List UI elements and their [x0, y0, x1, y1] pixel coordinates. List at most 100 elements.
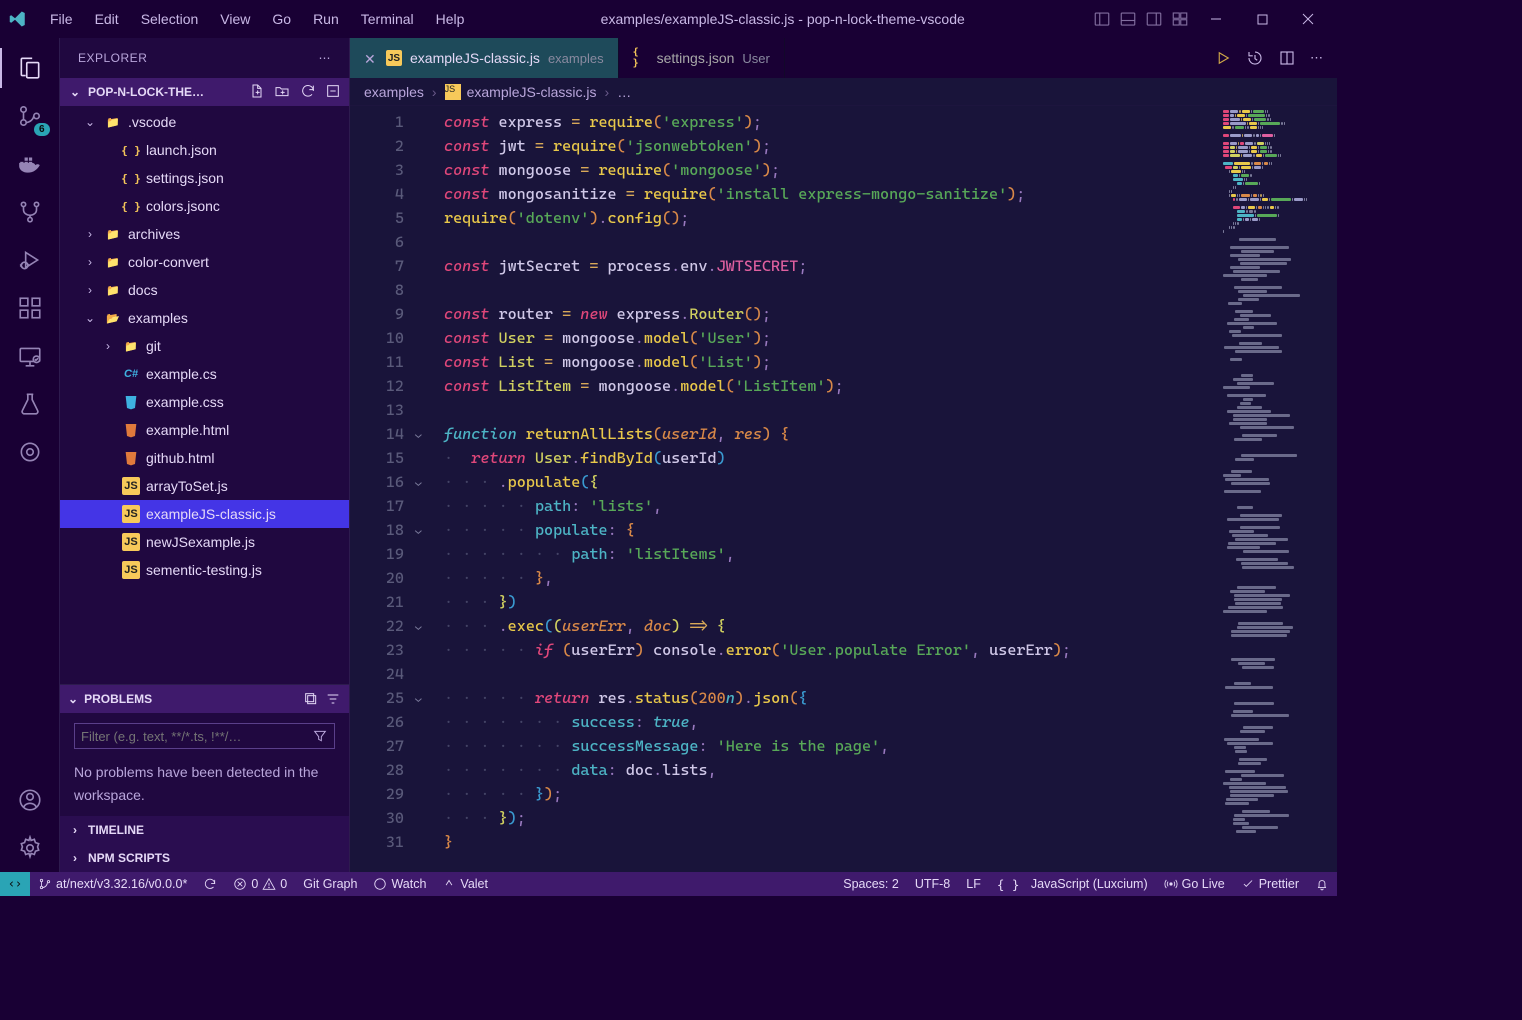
layout-grid-icon[interactable]: [1171, 10, 1189, 28]
tree-item[interactable]: example.css: [60, 388, 349, 416]
explorer-section-header[interactable]: ⌄ POP-N-LOCK-THE…: [60, 78, 349, 106]
code-content[interactable]: const express = require('express');const…: [416, 106, 1217, 872]
activity-source-control[interactable]: 6: [6, 92, 54, 140]
activity-branches[interactable]: [6, 188, 54, 236]
tree-item-label: git: [146, 338, 161, 354]
tree-item-label: color-convert: [128, 254, 209, 270]
status-encoding[interactable]: UTF-8: [907, 872, 958, 896]
activity-extensions[interactable]: [6, 284, 54, 332]
menu-terminal[interactable]: Terminal: [351, 5, 424, 33]
tree-item[interactable]: JSnewJSexample.js: [60, 528, 349, 556]
status-eol[interactable]: LF: [958, 872, 989, 896]
status-problems[interactable]: 0 0: [225, 872, 295, 896]
editor-area: ✕JSexampleJS-classic.jsexamples{ }settin…: [350, 38, 1337, 872]
tree-item[interactable]: ⌄📁.vscode: [60, 108, 349, 136]
line-gutter: 1234567891011121314⌄1516⌄1718⌄19202122⌄2…: [350, 106, 416, 872]
status-prettier[interactable]: Prettier: [1233, 872, 1307, 896]
run-icon[interactable]: [1214, 49, 1232, 67]
split-editor-icon[interactable]: [1278, 49, 1296, 67]
npm-scripts-header[interactable]: › NPM SCRIPTS: [60, 844, 349, 872]
status-valet[interactable]: Valet: [434, 872, 496, 896]
filter-icon[interactable]: [325, 691, 341, 707]
tree-item[interactable]: ⌄📂examples: [60, 304, 349, 332]
funnel-icon[interactable]: [312, 728, 328, 744]
tree-item[interactable]: ›📁archives: [60, 220, 349, 248]
status-gitgraph[interactable]: Git Graph: [295, 872, 365, 896]
layout-left-icon[interactable]: [1093, 10, 1111, 28]
tree-item[interactable]: { }colors.jsonc: [60, 192, 349, 220]
status-branch[interactable]: at/next/v3.32.16/v0.0.0*: [30, 872, 195, 896]
problems-filter-input[interactable]: [81, 729, 312, 744]
activity-lens[interactable]: [6, 428, 54, 476]
menu-go[interactable]: Go: [262, 5, 301, 33]
editor-body[interactable]: 1234567891011121314⌄1516⌄1718⌄19202122⌄2…: [350, 106, 1337, 872]
problems-header[interactable]: ⌄ PROBLEMS: [60, 685, 349, 713]
minimap[interactable]: [1217, 106, 1337, 872]
minimize-button[interactable]: [1195, 4, 1237, 34]
tree-item[interactable]: ›📁docs: [60, 276, 349, 304]
remote-indicator[interactable]: [0, 872, 30, 896]
activity-account[interactable]: [6, 776, 54, 824]
menu-view[interactable]: View: [210, 5, 260, 33]
layout-right-icon[interactable]: [1145, 10, 1163, 28]
tree-item-label: colors.jsonc: [146, 198, 220, 214]
menu-file[interactable]: File: [40, 5, 83, 33]
menu-run[interactable]: Run: [303, 5, 349, 33]
sidebar-more-icon[interactable]: ⋯: [319, 51, 332, 65]
activity-testing[interactable]: [6, 380, 54, 428]
tree-item[interactable]: github.html: [60, 444, 349, 472]
chevron-right-icon: ›: [68, 823, 82, 837]
tree-item-label: exampleJS-classic.js: [146, 506, 276, 522]
activity-docker[interactable]: [6, 140, 54, 188]
new-file-icon[interactable]: [249, 83, 265, 99]
menu-help[interactable]: Help: [426, 5, 475, 33]
breadcrumb-item[interactable]: JS exampleJS-classic.js: [445, 84, 597, 100]
status-notifications[interactable]: [1307, 872, 1337, 896]
tree-item[interactable]: { }launch.json: [60, 136, 349, 164]
editor-tab[interactable]: ✕JSexampleJS-classic.jsexamples: [350, 38, 619, 78]
close-button[interactable]: [1287, 4, 1329, 34]
tree-item[interactable]: { }settings.json: [60, 164, 349, 192]
activity-run-debug[interactable]: [6, 236, 54, 284]
refresh-icon[interactable]: [300, 83, 316, 99]
tree-item[interactable]: C#example.cs: [60, 360, 349, 388]
maximize-button[interactable]: [1241, 4, 1283, 34]
tab-label: exampleJS-classic.js: [410, 50, 540, 66]
status-golive[interactable]: Go Live: [1156, 872, 1233, 896]
editor-tab[interactable]: { }settings.jsonUser: [619, 38, 785, 78]
status-sync[interactable]: [195, 872, 225, 896]
collapse-all-icon[interactable]: [303, 691, 319, 707]
tree-item-label: settings.json: [146, 170, 224, 186]
tree-item[interactable]: JSexampleJS-classic.js: [60, 500, 349, 528]
collapse-icon[interactable]: [325, 83, 341, 99]
more-icon[interactable]: ⋯: [1310, 50, 1323, 66]
breadcrumbs[interactable]: examples›JS exampleJS-classic.js›…: [350, 78, 1337, 106]
fold-icon[interactable]: ⌄: [408, 474, 422, 488]
menu-selection[interactable]: Selection: [131, 5, 209, 33]
fold-icon[interactable]: ⌄: [408, 690, 422, 704]
tree-item[interactable]: example.html: [60, 416, 349, 444]
menu-edit[interactable]: Edit: [85, 5, 129, 33]
breadcrumb-item[interactable]: …: [617, 84, 631, 100]
timeline-header[interactable]: › TIMELINE: [60, 816, 349, 844]
breadcrumb-item[interactable]: examples: [364, 84, 424, 100]
fold-icon[interactable]: ⌄: [408, 426, 422, 440]
fold-icon[interactable]: ⌄: [408, 618, 422, 632]
activity-remote[interactable]: [6, 332, 54, 380]
fold-icon[interactable]: ⌄: [408, 522, 422, 536]
layout-bottom-icon[interactable]: [1119, 10, 1137, 28]
new-folder-icon[interactable]: [274, 83, 290, 99]
activity-settings[interactable]: [6, 824, 54, 872]
tree-item[interactable]: JSsementic-testing.js: [60, 556, 349, 584]
activity-explorer[interactable]: [6, 44, 54, 92]
close-icon[interactable]: ✕: [364, 51, 378, 65]
tree-item[interactable]: JSarrayToSet.js: [60, 472, 349, 500]
sidebar-header: EXPLORER ⋯: [60, 38, 349, 78]
tree-item[interactable]: ›📁color-convert: [60, 248, 349, 276]
history-icon[interactable]: [1246, 49, 1264, 67]
status-watch[interactable]: Watch: [365, 872, 434, 896]
status-language[interactable]: { } JavaScript (Luxcium): [989, 872, 1156, 896]
problems-filter[interactable]: [74, 723, 335, 749]
status-spaces[interactable]: Spaces: 2: [835, 872, 907, 896]
tree-item[interactable]: ›📁git: [60, 332, 349, 360]
